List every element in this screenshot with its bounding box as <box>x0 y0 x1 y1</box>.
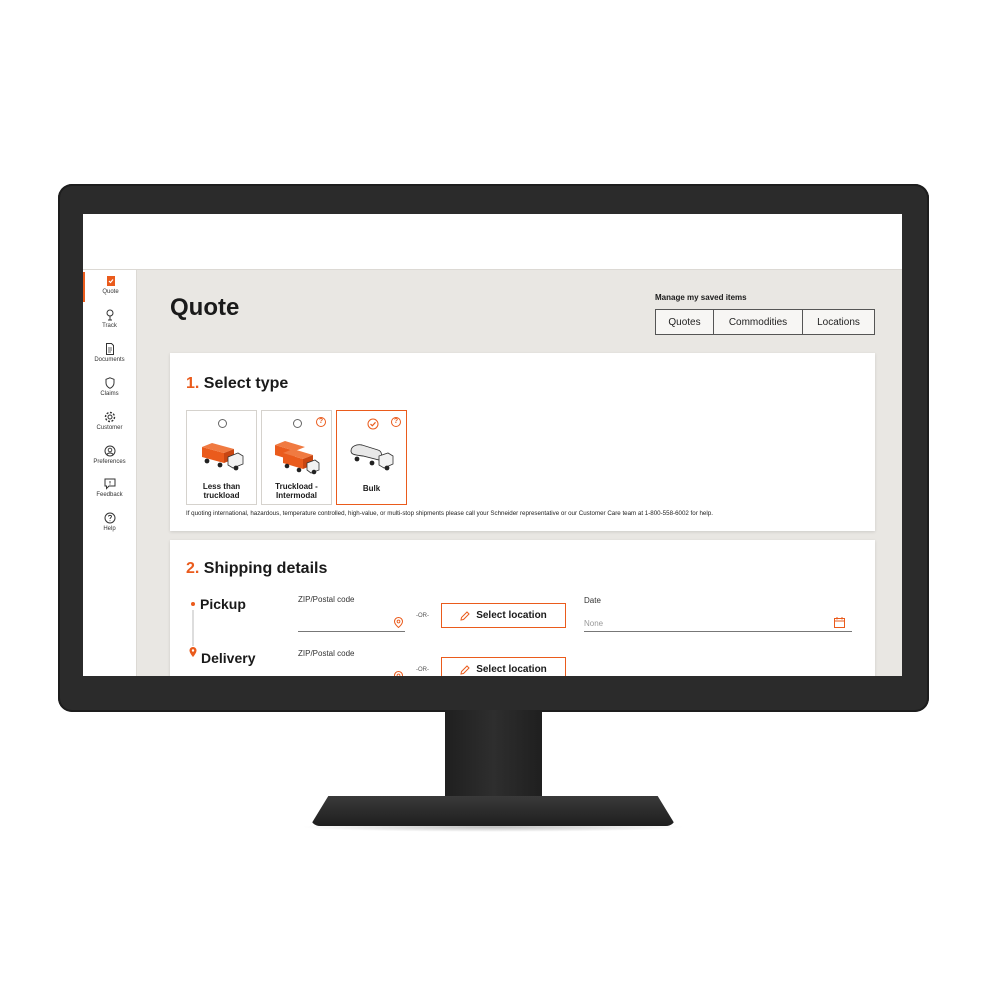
pencil-icon <box>460 610 470 621</box>
pickup-or-divider: -OR- <box>416 613 429 619</box>
saved-items-label: Manage my saved items <box>655 293 747 302</box>
pickup-label: Pickup <box>200 596 246 612</box>
track-icon <box>106 309 113 321</box>
type-option-ltl[interactable]: Less than truckload <box>186 410 257 505</box>
chat-icon <box>104 478 115 490</box>
check-circle-icon[interactable] <box>367 418 379 430</box>
radio-unchecked-icon[interactable] <box>293 419 302 428</box>
app-screen: Quote Track Documents Claims Customer Pr… <box>83 214 902 676</box>
sidebar-item-label: Preferences <box>93 459 126 465</box>
type-option-truckload-intermodal[interactable]: ? Truckload - Intermodal <box>261 410 332 505</box>
truck-ltl-icon <box>202 443 244 471</box>
sidebar-item-documents[interactable]: Documents <box>83 340 136 370</box>
page-title: Quote <box>170 294 240 321</box>
pickup-zip-input[interactable] <box>298 631 405 632</box>
section-title-text: Select type <box>203 375 289 392</box>
documents-icon <box>105 343 114 355</box>
delivery-label: Delivery <box>201 650 256 666</box>
main-content: Quote Manage my saved items Quotes Commo… <box>137 270 902 676</box>
saved-locations-button[interactable]: Locations <box>802 309 875 335</box>
sidebar-item-feedback[interactable]: Feedback <box>83 475 136 505</box>
calendar-icon[interactable] <box>834 617 845 628</box>
sidebar-item-label: Customer <box>96 425 123 431</box>
sidebar-item-label: Feedback <box>96 492 123 498</box>
section-number: 2. <box>186 560 200 577</box>
sidebar-item-label: Track <box>102 323 117 329</box>
type-option-bulk[interactable]: ? Bulk <box>336 410 407 505</box>
section-title-text: Shipping details <box>203 560 328 577</box>
user-icon <box>104 445 115 457</box>
help-icon <box>104 512 115 524</box>
sidebar-item-claims[interactable]: Claims <box>83 374 136 404</box>
monitor-base <box>310 796 676 826</box>
help-icon[interactable]: ? <box>316 417 326 427</box>
date-label: Date <box>584 596 601 605</box>
sidebar-item-quote[interactable]: Quote <box>83 272 136 302</box>
truck-bulk-icon <box>350 444 394 471</box>
saved-commodities-button[interactable]: Commodities <box>713 309 803 335</box>
section-title-select-type: 1. Select type <box>186 375 288 393</box>
section-title-shipping: 2. Shipping details <box>186 560 327 578</box>
sidebar-item-label: Help <box>103 526 116 532</box>
date-input-value[interactable]: None <box>584 619 603 628</box>
sidebar-item-preferences[interactable]: Preferences <box>83 442 136 472</box>
sidebar-item-track[interactable]: Track <box>83 306 136 336</box>
sidebar-item-label: Documents <box>94 357 125 363</box>
type-help-note: If quoting international, hazardous, tem… <box>186 510 713 517</box>
select-type-card: 1. Select type Less than truckload ? Tru… <box>170 353 875 531</box>
type-option-label: Truckload - Intermodal <box>275 482 318 500</box>
type-option-label: Bulk <box>362 484 381 493</box>
quote-icon <box>106 276 115 286</box>
delivery-or-divider: -OR- <box>416 667 429 673</box>
pickup-zip-label: ZIP/Postal code <box>298 595 355 604</box>
saved-items-group: Quotes Commodities Locations <box>655 309 875 335</box>
delivery-select-location-label: Select location <box>476 664 547 675</box>
monitor-neck <box>445 710 542 802</box>
delivery-select-location-button[interactable]: Select location <box>441 657 566 676</box>
shipping-details-card: 2. Shipping details Pickup ZIP/Postal co… <box>170 540 875 676</box>
truck-intermodal-icon <box>275 441 320 475</box>
type-option-label: Less than truckload <box>202 482 241 500</box>
delivery-zip-label: ZIP/Postal code <box>298 649 355 658</box>
gear-icon <box>104 411 115 423</box>
pickup-select-location-label: Select location <box>476 610 547 621</box>
help-icon[interactable]: ? <box>391 417 401 427</box>
location-pin-icon[interactable] <box>394 617 403 628</box>
sidebar-item-label: Quote <box>102 289 119 295</box>
shield-icon <box>105 377 114 389</box>
sidebar: Quote Track Documents Claims Customer Pr… <box>83 270 137 676</box>
saved-quotes-button[interactable]: Quotes <box>655 309 714 335</box>
section-number: 1. <box>186 375 200 392</box>
top-bar <box>83 214 902 270</box>
sidebar-item-help[interactable]: Help <box>83 509 136 539</box>
location-pin-icon[interactable] <box>394 671 403 676</box>
sidebar-item-customer[interactable]: Customer <box>83 408 136 438</box>
date-input[interactable] <box>584 631 852 632</box>
pencil-icon <box>460 664 470 675</box>
radio-unchecked-icon[interactable] <box>218 419 227 428</box>
route-connector-icon <box>189 602 197 657</box>
pickup-select-location-button[interactable]: Select location <box>441 603 566 628</box>
sidebar-item-label: Claims <box>100 391 119 397</box>
